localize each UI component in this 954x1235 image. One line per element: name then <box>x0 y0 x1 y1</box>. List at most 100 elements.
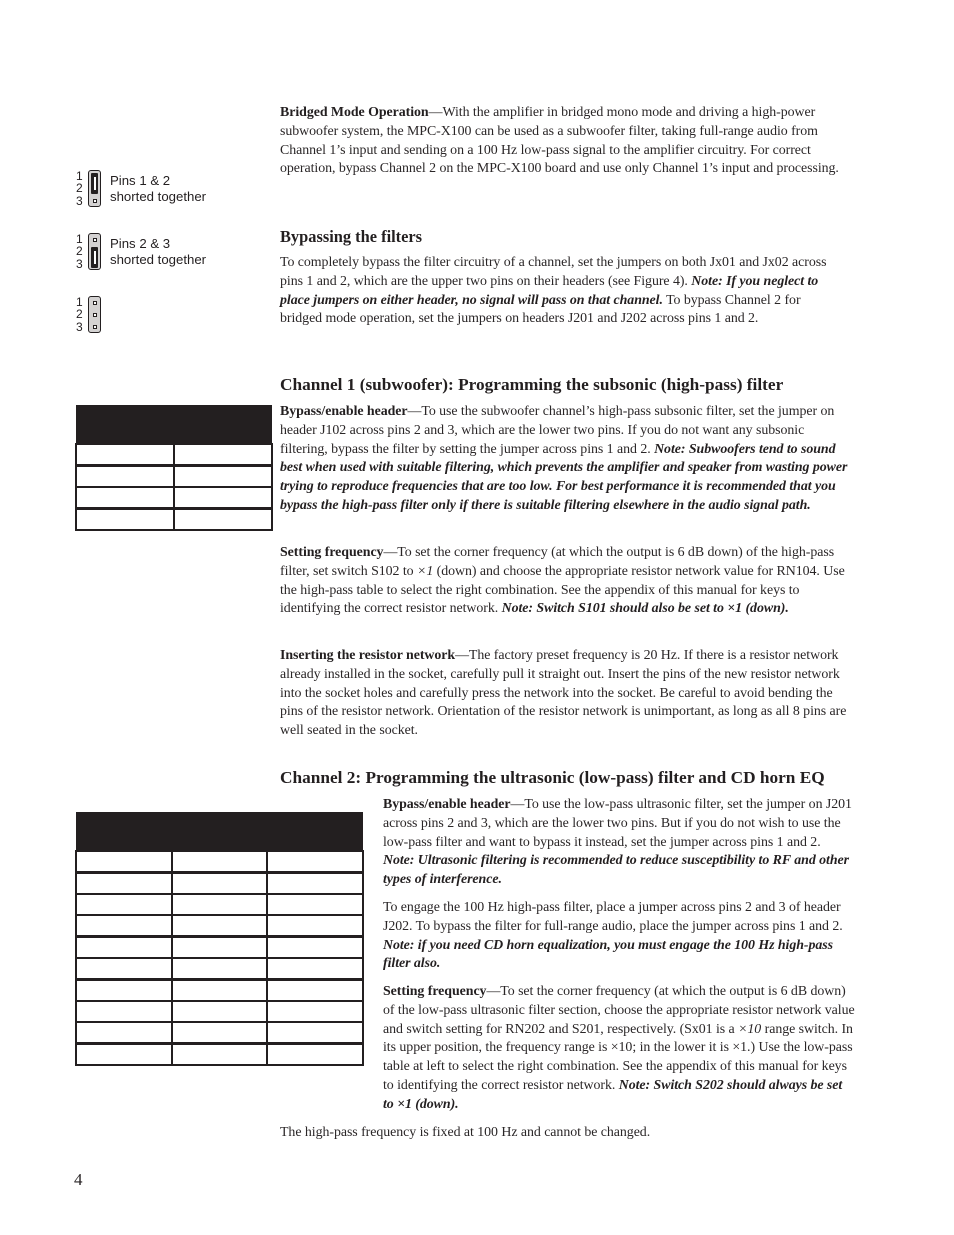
table-cell <box>170 935 269 959</box>
table-cell <box>266 935 364 959</box>
paragraph-lead: Bypass/enable header <box>280 404 408 419</box>
table-row <box>75 1042 364 1066</box>
table-header-row <box>76 405 272 444</box>
pin-numbers: 1 2 3 <box>76 233 86 270</box>
note-text: Note: Ultrasonic filtering is recommende… <box>383 853 849 888</box>
paragraph-lead: Bridged Mode Operation <box>280 105 429 120</box>
pin-number: 3 <box>76 193 83 208</box>
jumper-header-icon <box>88 296 101 333</box>
paragraph-lead: Inserting the resistor network <box>280 648 456 663</box>
ch2-bypass-paragraph: Bypass/enable header—To use the low-pass… <box>383 796 853 890</box>
table-row <box>75 507 273 531</box>
pin-number: 2 <box>76 244 83 259</box>
table-cell <box>75 914 173 938</box>
table-cell <box>266 1042 364 1066</box>
note-text: Note: if you need CD horn equalization, … <box>383 937 834 972</box>
table-cell <box>266 1021 364 1045</box>
jumper-shunt-icon <box>91 247 98 268</box>
table-row <box>75 978 364 1002</box>
pin-number: 2 <box>76 181 83 196</box>
jumper-label-line: Pins 1 & 2 <box>110 173 171 188</box>
pin-icon <box>92 301 97 305</box>
table-row <box>75 486 273 510</box>
table-row <box>75 1000 364 1023</box>
pin-icon <box>92 199 97 203</box>
table-row <box>75 935 364 959</box>
table-row <box>75 871 364 895</box>
table-cell <box>266 1000 364 1023</box>
table-header-row <box>76 812 363 851</box>
ch2-engage-paragraph: To engage the 100 Hz high-pass filter, p… <box>383 899 853 974</box>
ch2-fixed-paragraph: The high-pass frequency is fixed at 100 … <box>280 1125 651 1140</box>
table-cell <box>75 507 175 531</box>
table-cell <box>75 850 173 874</box>
table-cell <box>170 978 269 1002</box>
table-cell <box>266 957 364 981</box>
table-cell <box>266 914 364 938</box>
table-cell <box>75 1000 173 1023</box>
paragraph-text: To engage the 100 Hz high-pass filter, p… <box>383 900 843 934</box>
table-header-cell <box>76 405 174 444</box>
table-row <box>75 1021 364 1045</box>
table-cell <box>75 957 173 981</box>
table-cell <box>75 935 173 959</box>
table-row <box>75 914 364 938</box>
table-cell <box>75 464 175 488</box>
jumper-header-icon <box>88 170 101 207</box>
table-cell <box>173 486 273 510</box>
table-cell <box>266 850 364 874</box>
table-cell <box>170 871 269 895</box>
table-cell <box>173 464 273 488</box>
table-cell <box>173 507 273 531</box>
jumper-label: Pins 2 & 3 shorted together <box>110 236 206 268</box>
table-row <box>75 443 273 467</box>
paragraph-lead: Setting frequency <box>383 984 487 999</box>
pin-number: 2 <box>76 307 83 322</box>
table-cell <box>75 893 173 916</box>
table-cell <box>170 893 269 916</box>
table-cell <box>170 914 269 938</box>
bypassing-heading: Bypassing the filters <box>280 227 423 246</box>
jumper-header-icon <box>88 233 101 270</box>
table-cell <box>75 1021 173 1045</box>
channel1-heading: Channel 1 (subwoofer): Programming the s… <box>280 375 784 394</box>
jumper-label-line: Pins 2 & 3 <box>110 236 171 251</box>
pin-number: 3 <box>76 319 83 334</box>
high-pass-table <box>75 405 273 531</box>
paragraph-lead: Bypass/enable header <box>383 797 511 812</box>
multiplier-text: ×1 <box>417 563 434 579</box>
multiplier-text: ×10 <box>738 1021 762 1037</box>
table-cell <box>75 486 175 510</box>
table-cell <box>266 893 364 916</box>
ch2-frequency-paragraph: Setting frequency—To set the corner freq… <box>383 983 855 1115</box>
bridged-mode-paragraph: Bridged Mode Operation—With the amplifie… <box>280 104 852 179</box>
ch1-inserting-paragraph: Inserting the resistor network—The facto… <box>280 647 852 741</box>
pin-icon <box>92 313 97 317</box>
ch1-frequency-paragraph: Setting frequency—To set the corner freq… <box>280 544 852 619</box>
note-text: Note: Switch S101 should also be set to … <box>501 601 789 617</box>
channel2-heading: Channel 2: Programming the ultrasonic (l… <box>280 768 825 787</box>
pin-numbers: 1 2 3 <box>76 296 86 333</box>
jumper-shunt-icon <box>91 173 98 194</box>
table-cell <box>170 1021 269 1045</box>
table-cell <box>266 978 364 1002</box>
pin-numbers: 1 2 3 <box>76 170 86 207</box>
page-number: 4 <box>74 1170 83 1189</box>
table-row <box>75 850 364 874</box>
table-header-cell <box>171 812 268 851</box>
jumper-label: Pins 1 & 2 shorted together <box>110 173 206 205</box>
table-cell <box>170 1000 269 1023</box>
table-cell <box>170 850 269 874</box>
bypassing-paragraph: To completely bypass the filter circuitr… <box>280 254 842 329</box>
table-cell <box>75 978 173 1002</box>
table-header-cell <box>76 812 172 851</box>
ch1-bypass-paragraph: Bypass/enable header—To use the subwoofe… <box>280 403 852 516</box>
table-cell <box>170 1042 269 1066</box>
pin-number: 3 <box>76 256 83 271</box>
low-pass-table <box>75 812 364 1066</box>
table-header-cell <box>267 812 363 851</box>
table-cell <box>75 443 175 467</box>
table-cell <box>75 871 173 895</box>
pin-icon <box>92 238 97 242</box>
table-cell <box>75 1042 173 1066</box>
